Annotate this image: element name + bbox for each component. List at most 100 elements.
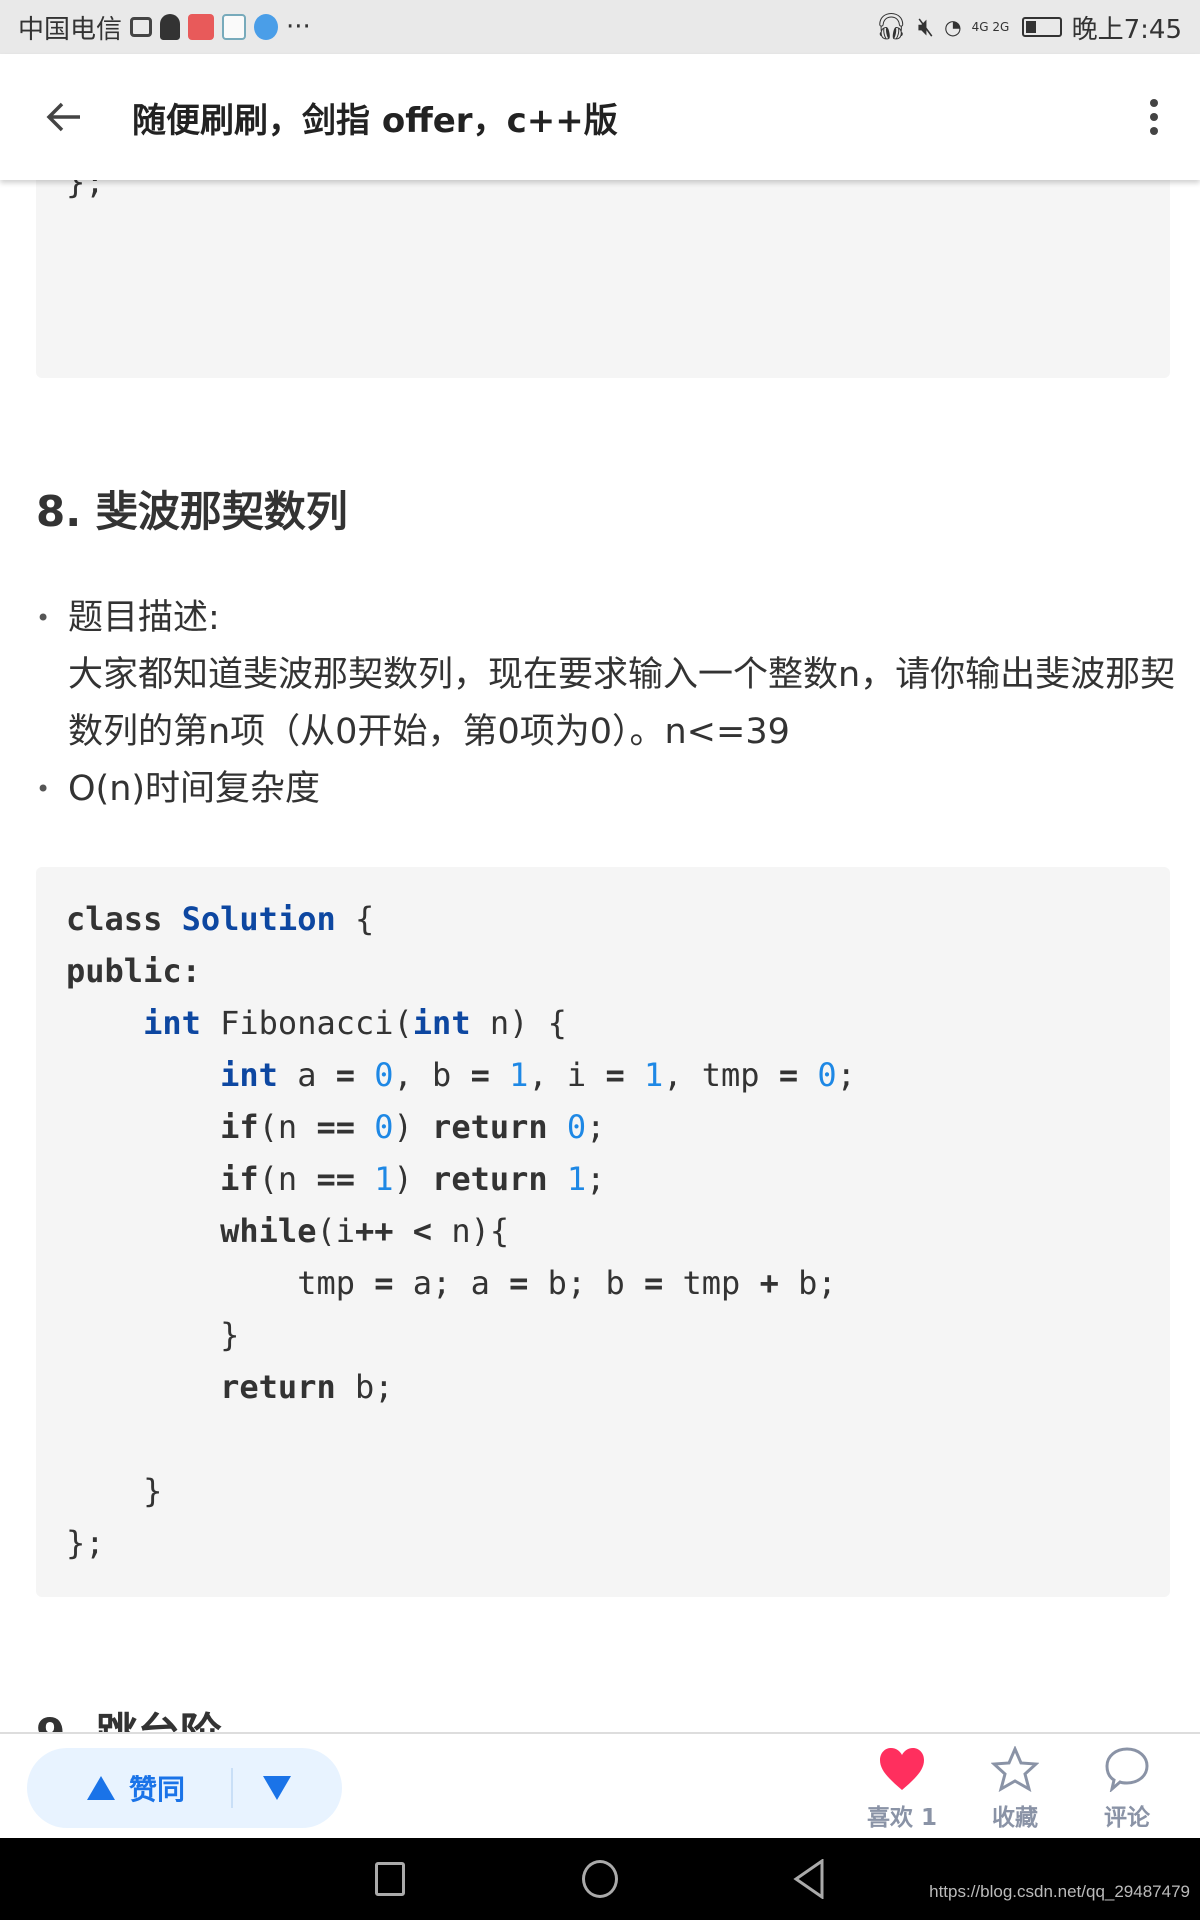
favorite-button[interactable]: 收藏 (975, 1745, 1055, 1832)
heart-icon (880, 1748, 924, 1790)
bullet-text: 大家都知道斐波那契数列，现在要求输入一个整数n，请你输出斐波那契数列的第n项（从… (68, 655, 1176, 752)
section-heading: 8. 斐波那契数列 (36, 487, 348, 536)
star-icon (990, 1745, 1040, 1793)
code-line: } (66, 1309, 1170, 1361)
more-notifications-icon: ··· (286, 12, 311, 42)
divider (231, 1768, 234, 1808)
code-token: 0 (817, 1056, 837, 1094)
system-navigation-bar: https://blog.csdn.net/qq_29487479 (0, 1838, 1200, 1920)
back-button[interactable] (792, 1859, 826, 1899)
code-token: ) (393, 1108, 433, 1146)
watermark: https://blog.csdn.net/qq_29487479 (929, 1882, 1190, 1901)
code-line: while(i++ < n){ (66, 1205, 1170, 1257)
code-token: ++ (354, 1212, 394, 1250)
code-line: } (66, 1465, 1170, 1517)
vote-control: 赞同 (27, 1748, 342, 1828)
code-token: b; (778, 1264, 837, 1302)
upvote-button[interactable]: 赞同 (87, 1768, 185, 1808)
code-token: 1 (509, 1056, 529, 1094)
comment-button[interactable]: 评论 (1087, 1746, 1167, 1832)
code-token: int (412, 1004, 471, 1042)
code-token: Fibonacci( (200, 1004, 413, 1042)
wifi-icon: ◔ (944, 15, 962, 39)
like-label: 喜欢 1 (866, 1805, 937, 1831)
downvote-button[interactable] (263, 1776, 292, 1800)
code-token: = (335, 1056, 355, 1094)
code-token: n){ (432, 1212, 510, 1250)
code-token: a (277, 1056, 336, 1094)
code-line: int Fibonacci(int n) { (66, 997, 1170, 1049)
code-token: ) (393, 1160, 433, 1198)
favorite-label: 收藏 (992, 1805, 1038, 1831)
code-token: = (778, 1056, 799, 1094)
code-token: b; (335, 1368, 394, 1406)
code-token: return (432, 1160, 548, 1198)
code-token: class (66, 900, 163, 938)
code-token: int (220, 1056, 278, 1094)
code-token: ; (586, 1108, 606, 1146)
list-item: O(n)时间复杂度 (36, 761, 1176, 818)
home-button[interactable] (582, 1860, 618, 1898)
signal-icon: 4G 2G (971, 20, 1010, 34)
code-line: tmp = a; a = b; b = tmp + b; (66, 1257, 1170, 1309)
code-token: (i (316, 1212, 355, 1250)
code-token: tmp (663, 1264, 760, 1302)
code-token: = (509, 1264, 529, 1302)
code-token: ; (836, 1056, 856, 1094)
code-token: 1 (643, 1056, 664, 1094)
code-token: , i (528, 1056, 606, 1094)
code-line: class Solution { (66, 893, 1170, 945)
carrier-label: 中国电信 (18, 14, 123, 45)
code-token: , b (393, 1056, 471, 1094)
code-token: }; (66, 1524, 105, 1562)
code-token: tmp (66, 1264, 375, 1302)
code-line: }; (66, 1517, 1170, 1569)
code-token: if (220, 1160, 259, 1198)
more-options-icon[interactable] (1148, 97, 1160, 137)
code-token: public: (66, 952, 201, 990)
code-token: = (605, 1056, 625, 1094)
code-token: 0 (374, 1056, 394, 1094)
tv-app-icon (130, 17, 153, 37)
code-line: if(n == 0) return 0; (66, 1101, 1170, 1153)
code-token: } (66, 1472, 163, 1510)
code-token: b; b (528, 1264, 644, 1302)
back-arrow-icon[interactable] (44, 97, 84, 137)
clock: 晚上7:45 (1071, 14, 1182, 45)
code-token: a; a (393, 1264, 510, 1302)
code-token: , tmp (663, 1056, 779, 1094)
comment-label: 评论 (1104, 1805, 1150, 1831)
code-token: return (220, 1368, 336, 1406)
code-token: (n (258, 1108, 317, 1146)
list-item: 题目描述: 大家都知道斐波那契数列，现在要求输入一个整数n，请你输出斐波那契数列的… (36, 590, 1176, 761)
code-block: class Solution {public: int Fibonacci(in… (36, 867, 1170, 1597)
triangle-up-icon (87, 1776, 115, 1800)
zhihu-icon (254, 14, 279, 40)
code-token: = (470, 1056, 490, 1094)
cloud-app-icon (222, 14, 247, 40)
code-token: 0 (374, 1108, 394, 1146)
code-token: 0 (566, 1108, 587, 1146)
code-token: return (432, 1108, 548, 1146)
recents-button[interactable] (375, 1862, 405, 1896)
code-token: n) { (470, 1004, 567, 1042)
section-heading: 9. 跳台阶 (36, 1700, 222, 1732)
article-content[interactable]: stack<int> stack1; stack<int> stack2;}; … (0, 54, 1200, 1732)
code-token: } (66, 1316, 240, 1354)
bullet-text: O(n)时间复杂度 (68, 769, 321, 809)
like-button[interactable]: 喜欢 1 (862, 1746, 942, 1832)
code-token: = (643, 1264, 664, 1302)
speech-bubble-icon (1105, 1747, 1149, 1794)
